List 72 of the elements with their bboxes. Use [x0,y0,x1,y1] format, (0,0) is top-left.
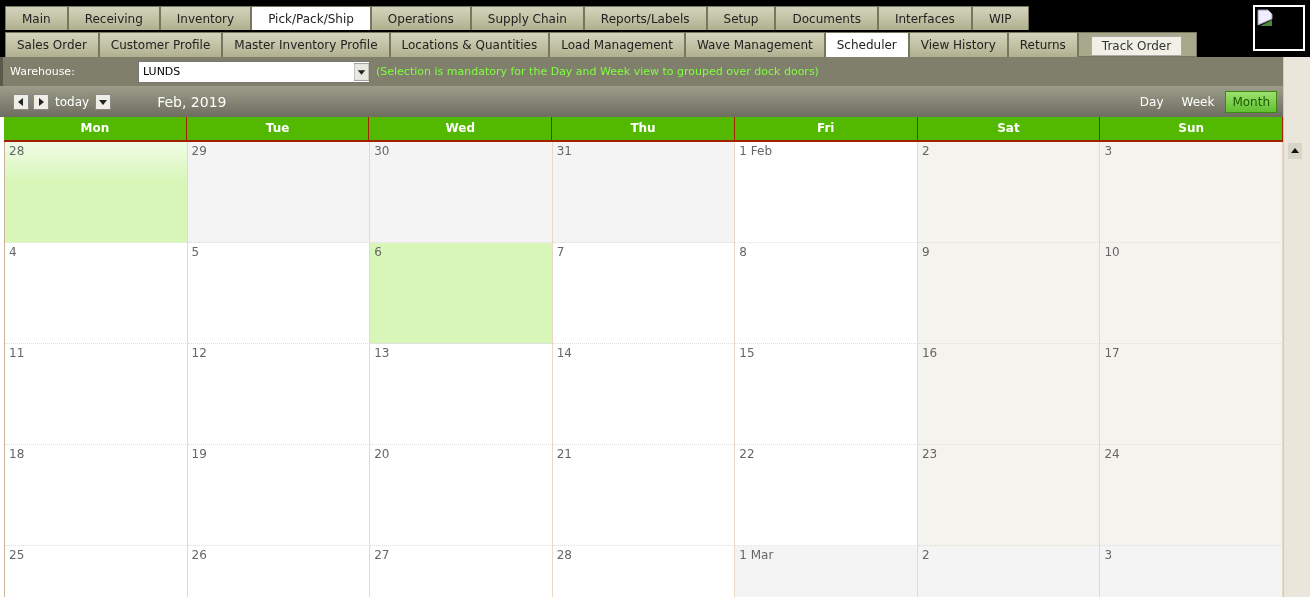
weekday-header: Thu [552,117,735,140]
broken-image-icon [1257,9,1273,27]
main-tab[interactable]: Reports/Labels [583,6,707,30]
sub-tab[interactable]: Master Inventory Profile [222,32,390,57]
month-title: Feb, 2019 [157,93,227,110]
day-cell[interactable]: 6 [370,243,553,344]
day-cell[interactable]: 19 [187,445,371,546]
dropdown-arrow-icon [354,62,369,81]
main-tab[interactable]: Supply Chain [470,6,584,30]
main-tab[interactable]: WIP [971,6,1029,30]
day-cell[interactable]: 2 [917,142,1101,243]
day-cell[interactable]: 13 [370,344,553,445]
main-tab[interactable]: Receiving [67,6,160,30]
day-cell[interactable]: 12 [187,344,371,445]
main-tab[interactable]: Inventory [159,6,252,30]
day-cell[interactable]: 3 [1100,546,1284,597]
weekday-header: Mon [4,117,187,140]
day-cell[interactable]: 7 [552,243,736,344]
day-cell[interactable]: 16 [917,344,1101,445]
sub-tab[interactable]: Customer Profile [98,32,223,57]
warehouse-label: Warehouse: [10,65,76,78]
warehouse-dropdown[interactable]: LUNDS [138,60,370,83]
day-cell[interactable]: 31 [552,142,736,243]
previous-button[interactable] [13,93,29,110]
day-cell[interactable]: 17 [1100,344,1284,445]
day-cell[interactable]: 1 Mar [735,546,918,597]
sub-tab[interactable]: Sales Order [5,32,99,57]
day-cell[interactable]: 5 [187,243,371,344]
day-cell[interactable]: 2 [917,546,1101,597]
view-button[interactable]: Day [1132,90,1171,113]
scroll-up-icon[interactable] [1288,143,1303,159]
day-cell[interactable]: 23 [917,445,1101,546]
day-cell[interactable]: 18 [5,445,188,546]
day-cell[interactable]: 8 [735,243,918,344]
main-tab[interactable]: Operations [370,6,471,30]
day-cell[interactable]: 3 [1100,142,1284,243]
sub-tab[interactable]: Scheduler [824,32,909,57]
day-cell[interactable]: 15 [735,344,918,445]
track-order-button[interactable]: Track Order [1090,36,1183,56]
main-tab[interactable]: Interfaces [877,6,972,30]
main-tab[interactable]: Pick/Pack/Ship [251,6,371,30]
day-cell[interactable]: 22 [735,445,918,546]
day-cell[interactable]: 10 [1100,243,1284,344]
sub-tab[interactable]: Returns [1007,32,1078,57]
day-cell[interactable]: 4 [5,243,188,344]
day-cell[interactable]: 28 [5,142,188,243]
weekday-header: Tue [186,117,370,140]
day-cell[interactable]: 11 [5,344,188,445]
view-button[interactable]: Week [1174,90,1222,113]
day-cell[interactable]: 29 [187,142,371,243]
day-cell[interactable]: 24 [1100,445,1284,546]
day-cell[interactable]: 14 [552,344,736,445]
sub-tab[interactable]: View History [908,32,1008,57]
main-tab[interactable]: Documents [775,6,878,30]
sub-tab[interactable]: Locations & Quantities [389,32,550,57]
weekday-header: Sat [917,117,1101,140]
sub-tab[interactable]: Wave Management [684,32,825,57]
sub-tab[interactable]: Load Management [549,32,685,57]
day-cell[interactable]: 21 [552,445,736,546]
main-tab[interactable]: Main [5,6,68,30]
scrollbar[interactable] [1283,57,1310,597]
today-button[interactable]: today [55,94,90,109]
day-cell[interactable]: 1 Feb [735,142,918,243]
next-button[interactable] [33,93,49,110]
day-cell[interactable]: 9 [917,243,1101,344]
weekday-header: Wed [369,117,553,140]
selection-note: (Selection is mandatory for the Day and Week view to grouped over dock doors) [376,65,819,78]
day-cell[interactable]: 30 [370,142,553,243]
day-cell[interactable]: 20 [370,445,553,546]
weekday-header: Fri [734,117,918,140]
view-button[interactable]: Month [1225,90,1278,113]
main-tab[interactable]: Setup [706,6,776,30]
